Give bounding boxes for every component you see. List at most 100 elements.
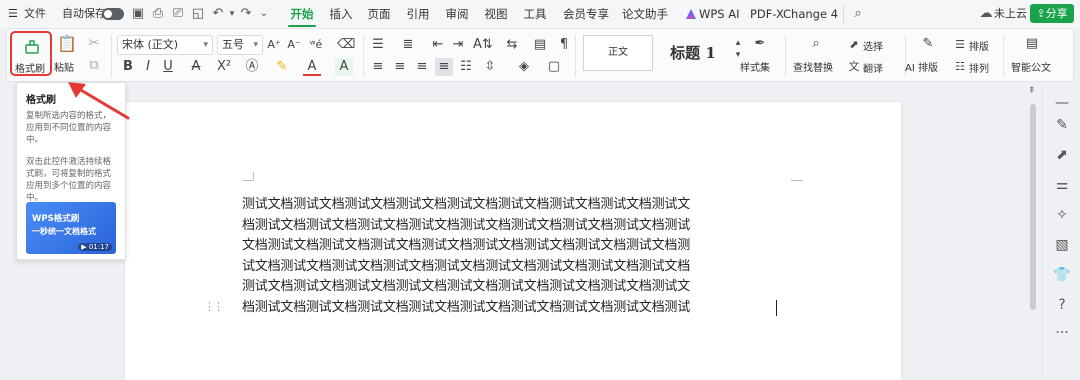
align-left-icon[interactable]: ≡ [369, 58, 387, 76]
tab-view[interactable]: 视图 [481, 0, 511, 28]
line-spacing-icon[interactable]: ⇳ [481, 58, 499, 76]
tab-page[interactable]: 页面 [364, 0, 394, 28]
increase-indent-icon[interactable]: ⇥ [449, 36, 467, 54]
find-replace-label[interactable]: 查找替换 [793, 59, 833, 74]
ai-layout-label[interactable]: AI 排版 [905, 59, 938, 74]
edit-icon[interactable]: ✎ [1053, 116, 1071, 134]
tab-home[interactable]: 开始 [284, 0, 320, 28]
tab-pdf-xchange[interactable]: PDF-XChange 4 [750, 0, 838, 28]
decrease-indent-icon[interactable]: ⇤ [429, 36, 447, 54]
show-marks-icon[interactable]: ▤ [531, 36, 549, 54]
paste-icon[interactable]: 📋 [57, 35, 77, 53]
sort-icon[interactable]: ⇆ [503, 36, 521, 54]
preview-icon[interactable]: ◱ [190, 6, 206, 22]
smart-doc-label[interactable]: 智能公文 [1011, 59, 1051, 74]
video-title: WPS格式刷 [32, 214, 80, 224]
style-heading-1[interactable]: 标题 1 [657, 35, 729, 71]
redo-icon[interactable]: ↷ [238, 6, 254, 22]
drag-handle-icon[interactable]: ⋮⋮ [204, 300, 224, 313]
layout-icon[interactable]: ☰ [951, 36, 969, 54]
borders-icon[interactable]: ▢ [545, 58, 563, 76]
bullet-list-icon[interactable]: ☰ [369, 36, 387, 54]
select-label[interactable]: 选择 [863, 38, 883, 53]
strikethrough-icon[interactable]: A [187, 58, 205, 76]
document-text-line[interactable]: 测试文档测试文档测试文档测试文档测试文档测试文档测试文档测试文档测试文 [242, 195, 802, 215]
italic-icon[interactable]: I [139, 58, 157, 76]
font-color-icon[interactable]: A [303, 58, 321, 76]
help-icon[interactable]: ? [1053, 296, 1071, 314]
ai-layout-icon[interactable]: ✎ [919, 35, 937, 53]
export-pdf-icon[interactable]: ⎙ [150, 6, 166, 22]
divider [111, 35, 112, 77]
menu-icon[interactable]: ☰ [8, 0, 18, 28]
style-set-icon[interactable]: ✒ [751, 35, 769, 53]
tools-icon[interactable]: ✧ [1053, 206, 1071, 224]
page-up-icon[interactable]: ⇞ [1028, 86, 1036, 96]
copy-icon[interactable]: ⧉ [85, 57, 103, 75]
paragraph-mark-icon[interactable]: ¶ [555, 36, 573, 54]
document-text-line[interactable]: 档测试文档测试文档测试文档测试文档测试文档测试文档测试文档测试文档测试 [242, 298, 802, 318]
decrease-font-icon[interactable]: A⁻ [285, 36, 303, 54]
cut-icon[interactable]: ✂ [85, 35, 103, 53]
char-shading-icon[interactable]: A [335, 58, 353, 76]
tab-member[interactable]: 会员专享 [560, 0, 612, 28]
share-button[interactable]: ⇪分享 [1030, 4, 1074, 23]
translate-icon[interactable]: 文 [845, 58, 863, 76]
document-text-line[interactable]: 文档测试文档测试文档测试文档测试文档测试文档测试文档测试文档测试文档测 [242, 236, 802, 256]
file-menu[interactable]: 文件 [24, 0, 46, 28]
tab-references[interactable]: 引用 [403, 0, 433, 28]
document-text-line[interactable]: 测试文档测试文档测试文档测试文档测试文档测试文档测试文档测试文档测试文 [242, 277, 802, 297]
more-icon[interactable]: ··· [1053, 324, 1071, 342]
clear-format-icon[interactable]: ⌫ [337, 36, 355, 54]
image-icon[interactable]: ▧ [1053, 236, 1071, 254]
shirt-icon[interactable]: 👕 [1053, 266, 1071, 284]
smart-doc-icon[interactable]: ▤ [1023, 35, 1041, 53]
tutorial-video-thumbnail[interactable]: WPS格式刷 一秒统一文档格式 ▶ 01:17 [26, 202, 116, 254]
align-center-icon[interactable]: ≡ [391, 58, 409, 76]
tab-tools[interactable]: 工具 [520, 0, 550, 28]
search-icon[interactable]: ⌕ [850, 6, 866, 22]
pointer-icon[interactable]: ⬈ [1053, 146, 1071, 164]
tab-paper-assistant[interactable]: 论文助手 [619, 0, 671, 28]
font-name-value: 宋体 (正文) [122, 38, 179, 51]
tab-wps-ai[interactable]: WPS AI [699, 0, 740, 28]
arrange-icon[interactable]: ☷ [951, 58, 969, 76]
layout-label[interactable]: 排版 [969, 38, 989, 53]
scrollbar[interactable] [1030, 104, 1036, 310]
text-direction-icon[interactable]: A⇅ [473, 36, 493, 54]
arrange-label[interactable]: 排列 [969, 60, 989, 75]
distribute-icon[interactable]: ☷ [457, 58, 475, 76]
increase-font-icon[interactable]: A⁺ [265, 36, 283, 54]
superscript-icon[interactable]: X² [215, 58, 233, 76]
document-text-line[interactable]: 试文档测试文档测试文档测试文档测试文档测试文档测试文档测试文档测试文档 [242, 257, 802, 277]
underline-icon[interactable]: U [159, 58, 177, 76]
minimize-panel-icon[interactable]: — [1053, 94, 1071, 112]
bold-icon[interactable]: B [119, 58, 137, 76]
paste-label[interactable]: 粘贴 [54, 59, 74, 74]
settings-sliders-icon[interactable]: ⚌ [1053, 176, 1071, 194]
translate-label[interactable]: 翻译 [863, 60, 883, 75]
format-painter-button[interactable]: 格式刷 [10, 31, 52, 76]
customize-dropdown-icon[interactable]: ⌄ [256, 6, 272, 22]
numbered-list-icon[interactable]: ≣ [399, 36, 417, 54]
highlight-icon[interactable]: ✎ [273, 58, 291, 76]
shading-icon[interactable]: ◈ [515, 58, 533, 76]
text-effect-icon[interactable]: Ⓐ [243, 58, 261, 76]
font-size-select[interactable]: 五号 ▾ [217, 35, 263, 55]
save-icon[interactable]: ▣ [130, 6, 146, 22]
tab-review[interactable]: 审阅 [442, 0, 472, 28]
document-text-line[interactable]: 档测试文档测试文档测试文档测试文档测试文档测试文档测试文档测试文档测试 [242, 216, 802, 236]
autosave-toggle[interactable] [102, 8, 124, 20]
select-icon[interactable]: ⬈ [845, 36, 863, 54]
style-set-label[interactable]: 样式集 [740, 59, 770, 74]
find-replace-icon[interactable]: ⌕ [807, 35, 825, 53]
tab-insert[interactable]: 插入 [326, 0, 356, 28]
align-right-icon[interactable]: ≡ [413, 58, 431, 76]
text-cursor [776, 300, 777, 316]
cloud-status[interactable]: 未上云 [994, 0, 1027, 28]
pinyin-icon[interactable]: ʷé [307, 36, 325, 54]
font-name-select[interactable]: 宋体 (正文) ▾ [117, 35, 213, 55]
style-normal[interactable]: 正文 [583, 35, 653, 71]
justify-icon[interactable]: ≡ [435, 58, 453, 76]
print-icon[interactable]: ⎚ [170, 6, 186, 22]
